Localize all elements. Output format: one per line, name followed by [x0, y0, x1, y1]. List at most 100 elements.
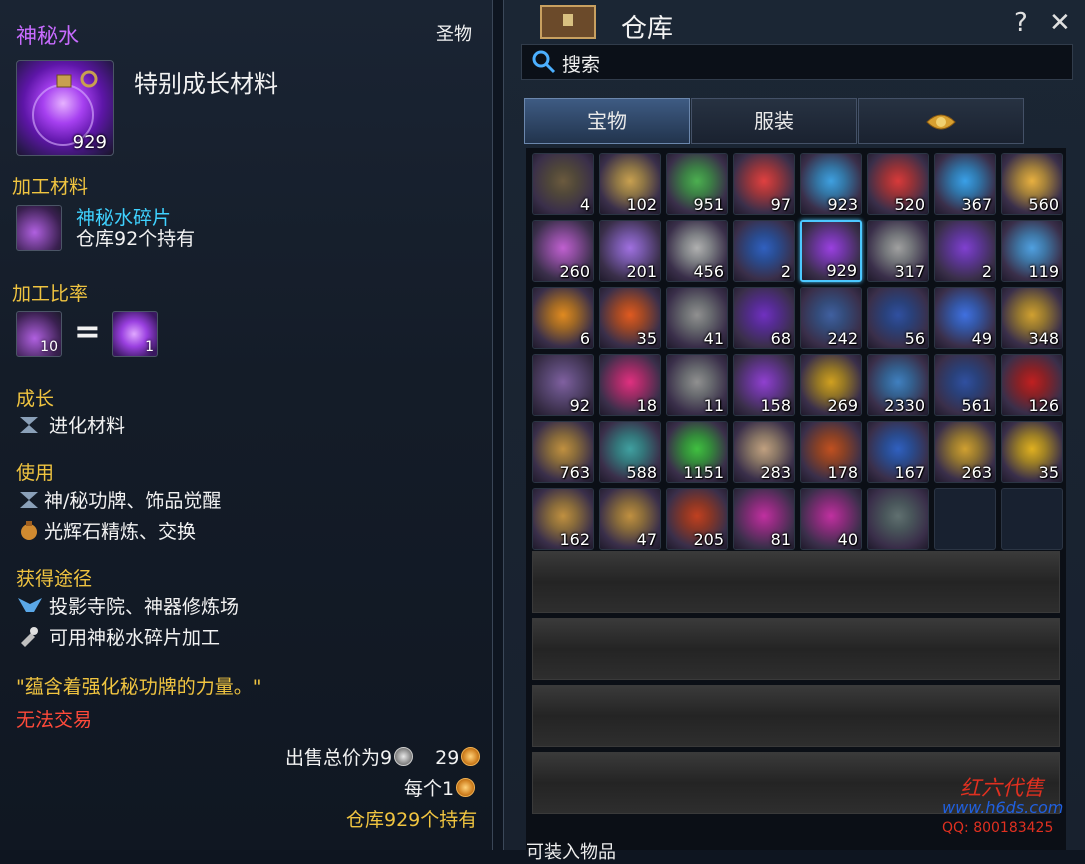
item-quantity: 81 — [770, 530, 791, 549]
item-quantity: 260 — [559, 262, 590, 281]
inventory-slot[interactable]: 158 — [733, 354, 795, 416]
search-label: 搜索 — [562, 54, 601, 76]
item-quantity: 242 — [827, 329, 858, 348]
watermark-line-3: QQ: 800183425 — [942, 820, 1054, 836]
obtain-line-2: 可用神秘水碎片加工 — [49, 627, 221, 649]
search-icon — [532, 50, 556, 74]
inventory-slot[interactable]: 178 — [800, 421, 862, 483]
item-quantity: 2 — [780, 262, 791, 281]
inventory-slot[interactable]: 588 — [599, 421, 661, 483]
item-quantity: 2 — [981, 262, 992, 281]
ratio-water-icon: 1 — [112, 311, 158, 357]
item-quantity: 205 — [693, 530, 724, 549]
use-line-1: 神/秘功牌、饰品觉醒 — [44, 490, 222, 512]
inventory-slot[interactable]: 81 — [733, 488, 795, 550]
item-quantity: 367 — [961, 195, 992, 214]
locked-row — [532, 551, 1060, 613]
inventory-slot[interactable]: 923 — [800, 153, 862, 215]
item-quantity: 49 — [971, 329, 992, 348]
help-button[interactable]: ? — [1014, 8, 1028, 38]
item-quantity: 283 — [760, 463, 791, 482]
inventory-slot[interactable]: 260 — [532, 220, 594, 282]
inventory-slot[interactable]: 167 — [867, 421, 929, 483]
item-quantity: 92 — [569, 396, 590, 415]
item-quantity: 951 — [693, 195, 724, 214]
craft-icon — [18, 625, 40, 647]
warehouse-chest-icon — [540, 5, 596, 39]
inventory-slot[interactable]: 162 — [532, 488, 594, 550]
inventory-slot[interactable]: 6 — [532, 287, 594, 349]
evolution-icon — [18, 413, 40, 435]
inventory-slot[interactable]: 367 — [934, 153, 996, 215]
copper-coin-icon — [456, 778, 476, 797]
material-stock: 仓库92个持有 — [76, 228, 196, 250]
inventory-slot[interactable]: 11 — [666, 354, 728, 416]
inventory-slot[interactable]: 348 — [1001, 287, 1063, 349]
inventory-slot[interactable]: 2 — [934, 220, 996, 282]
item-quantity: 317 — [894, 262, 925, 281]
inventory-slot[interactable]: 561 — [934, 354, 996, 416]
inventory-slot[interactable]: 4 — [532, 153, 594, 215]
search-bar[interactable]: 搜索 — [521, 44, 1073, 80]
inventory-slot[interactable]: 317 — [867, 220, 929, 282]
tab-treasure[interactable]: 宝物 — [524, 98, 690, 144]
inventory-slot[interactable]: 56 — [867, 287, 929, 349]
growth-line: 进化材料 — [49, 415, 126, 437]
inventory-slot[interactable]: 41 — [666, 287, 728, 349]
item-quantity: 41 — [703, 329, 724, 348]
inventory-slot[interactable]: 201 — [599, 220, 661, 282]
inventory-slot[interactable]: 263 — [934, 421, 996, 483]
tab-costume[interactable]: 服装 — [691, 98, 857, 144]
item-quantity: 178 — [827, 463, 858, 482]
inventory-slot[interactable]: 119 — [1001, 220, 1063, 282]
flavor-text: "蕴含着强化秘功牌的力量。" — [16, 676, 262, 698]
inventory-slot[interactable]: 47 — [599, 488, 661, 550]
inventory-slot[interactable]: 2330 — [867, 354, 929, 416]
inventory-slot[interactable]: 520 — [867, 153, 929, 215]
inventory-slot[interactable]: 269 — [800, 354, 862, 416]
inventory-slot[interactable]: 97 — [733, 153, 795, 215]
item-quantity: 1151 — [683, 463, 724, 482]
item-quantity: 102 — [626, 195, 657, 214]
item-quantity: 35 — [1038, 463, 1059, 482]
pouch-icon — [18, 519, 40, 541]
item-subtitle: 特别成长材料 — [134, 70, 278, 98]
section-use: 使用 — [16, 462, 55, 484]
inventory-slot[interactable]: 242 — [800, 287, 862, 349]
close-button[interactable]: ✕ — [1049, 8, 1071, 38]
inventory-slot[interactable]: 18 — [599, 354, 661, 416]
ratio-shard-icon: 10 — [16, 311, 62, 357]
inventory-slot[interactable]: 35 — [1001, 421, 1063, 483]
inventory-slot[interactable]: 126 — [1001, 354, 1063, 416]
inventory-slot[interactable]: 763 — [532, 421, 594, 483]
item-quantity: 2330 — [884, 396, 925, 415]
item-quantity: 56 — [904, 329, 925, 348]
inventory-slot[interactable]: 929 — [800, 220, 862, 282]
inventory-slot[interactable]: 951 — [666, 153, 728, 215]
inventory-slot[interactable]: 35 — [599, 287, 661, 349]
obtain-line-1: 投影寺院、神器修炼场 — [49, 596, 240, 618]
inventory-slot[interactable]: 456 — [666, 220, 728, 282]
inventory-slot[interactable]: 68 — [733, 287, 795, 349]
inventory-slot[interactable]: 560 — [1001, 153, 1063, 215]
item-quantity: 4 — [579, 195, 590, 214]
empty-slot[interactable] — [934, 488, 996, 550]
inventory-slot[interactable]: 40 — [800, 488, 862, 550]
inventory-slot[interactable]: 1151 — [666, 421, 728, 483]
item-quantity: 126 — [1028, 396, 1059, 415]
storable-items-label: 可装入物品 — [526, 842, 616, 863]
inventory-slot[interactable]: 2 — [733, 220, 795, 282]
inventory-slot[interactable] — [867, 488, 929, 550]
item-quantity: 456 — [693, 262, 724, 281]
inventory-slot[interactable]: 283 — [733, 421, 795, 483]
inventory-slot[interactable]: 92 — [532, 354, 594, 416]
inventory-slot[interactable]: 102 — [599, 153, 661, 215]
copper-coin-icon — [461, 747, 481, 766]
inventory-slot[interactable]: 205 — [666, 488, 728, 550]
item-quantity: 158 — [760, 396, 791, 415]
empty-slot[interactable] — [1001, 488, 1063, 550]
inventory-slot[interactable]: 49 — [934, 287, 996, 349]
icon-quantity: 929 — [72, 132, 107, 153]
section-ratio: 加工比率 — [12, 283, 89, 305]
tab-misc[interactable] — [858, 98, 1024, 144]
